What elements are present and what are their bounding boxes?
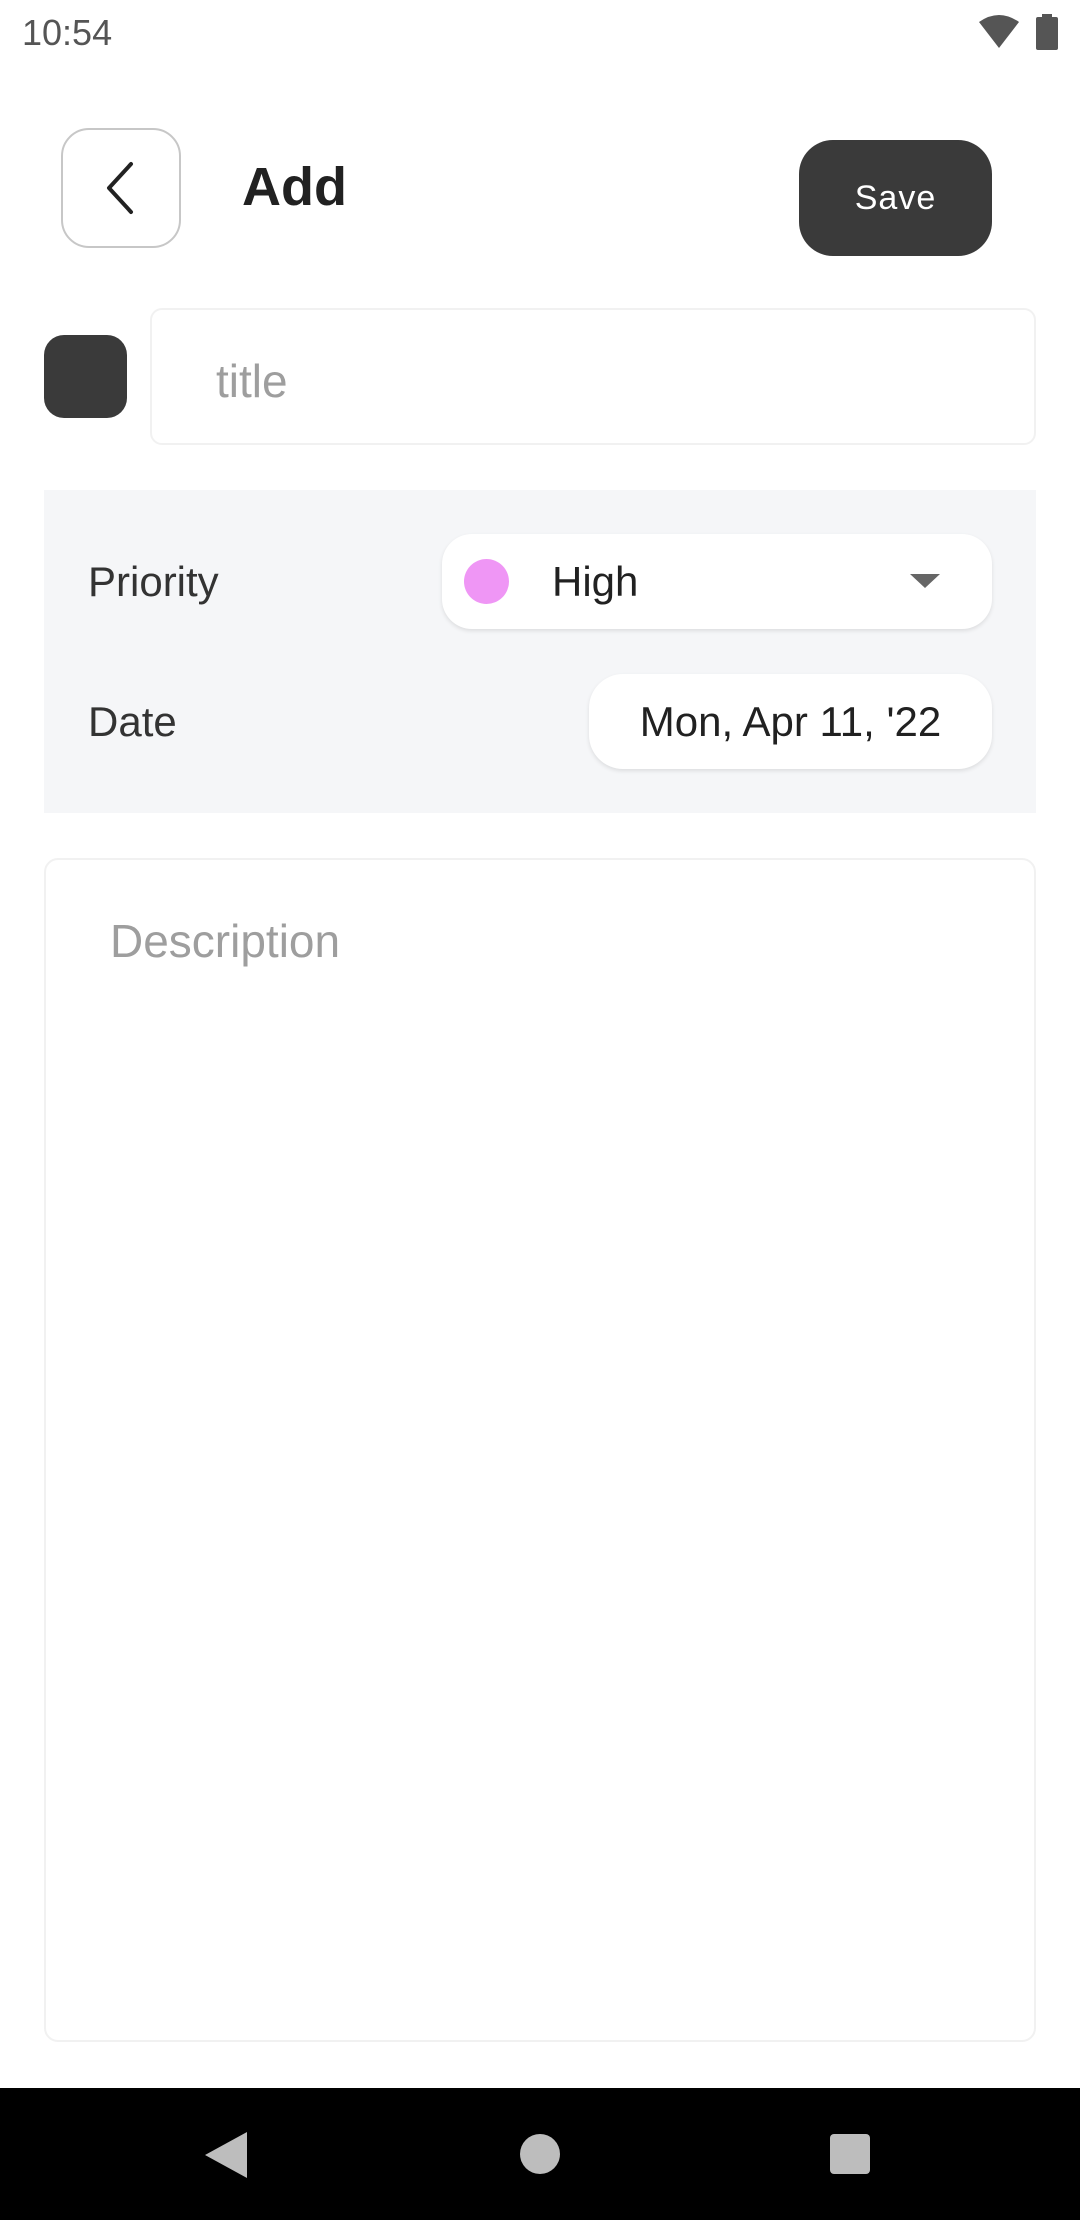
save-button[interactable]: Save xyxy=(799,140,992,256)
description-input[interactable]: Description xyxy=(44,858,1036,2042)
priority-dropdown[interactable]: High xyxy=(442,534,992,629)
nav-recents-icon[interactable] xyxy=(830,2134,870,2174)
status-icons xyxy=(978,14,1058,50)
status-time: 10:54 xyxy=(22,12,113,53)
back-button[interactable] xyxy=(61,128,181,248)
nav-home-icon[interactable] xyxy=(520,2134,560,2174)
wifi-icon xyxy=(979,15,1019,48)
page-title: Add xyxy=(242,157,347,217)
system-nav-bar xyxy=(0,2088,1080,2220)
description-placeholder: Description xyxy=(110,915,341,967)
nav-back-icon[interactable] xyxy=(205,2132,247,2178)
date-picker-button[interactable]: Mon, Apr 11, '22 xyxy=(589,674,992,769)
title-input[interactable]: title xyxy=(150,308,1036,445)
status-bar: 10:54 xyxy=(0,0,1080,68)
priority-label: Priority xyxy=(88,558,219,605)
priority-value: High xyxy=(552,558,639,605)
chevron-left-icon xyxy=(107,162,133,214)
priority-color-dot xyxy=(464,559,509,604)
color-swatch-button[interactable] xyxy=(44,335,127,418)
battery-icon xyxy=(1036,14,1058,50)
title-placeholder: title xyxy=(216,355,288,407)
date-label: Date xyxy=(88,698,177,745)
settings-panel: Priority High Date Mon, Apr 11, '22 xyxy=(44,490,1036,813)
dropdown-arrow-icon xyxy=(910,574,940,588)
